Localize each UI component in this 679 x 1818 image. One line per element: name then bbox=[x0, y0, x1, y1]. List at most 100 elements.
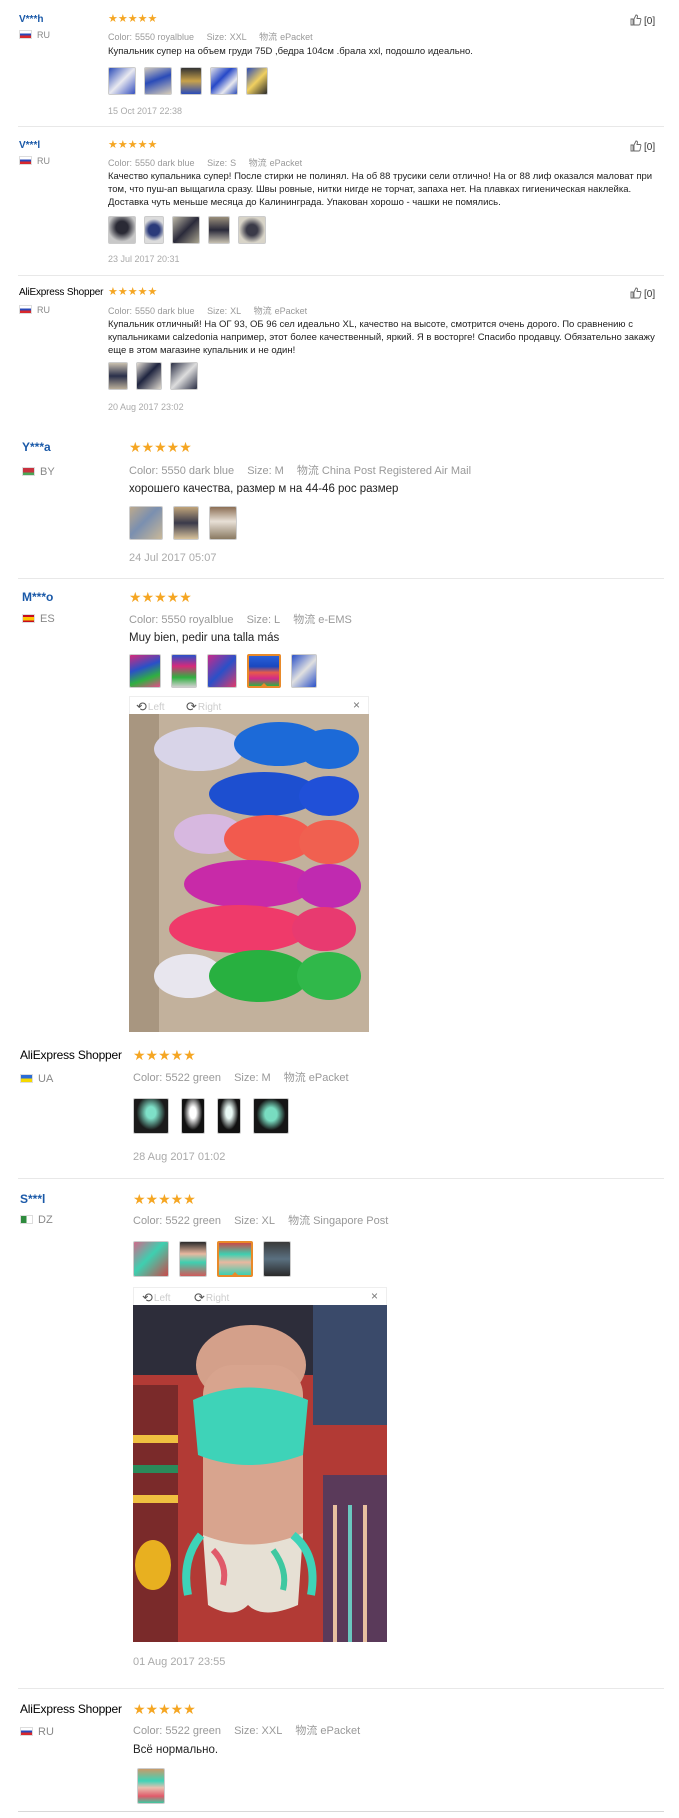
review-photo-thumb[interactable] bbox=[246, 67, 268, 95]
star-rating: ★★★★★ bbox=[108, 286, 158, 298]
review-photo-thumb[interactable] bbox=[172, 216, 200, 244]
reviewer-name[interactable]: Y***a bbox=[22, 440, 51, 454]
flag-icon bbox=[19, 30, 32, 39]
review-photo-thumb[interactable] bbox=[171, 654, 197, 688]
divider bbox=[18, 1688, 664, 1689]
review-photo-thumb[interactable] bbox=[133, 1098, 169, 1134]
review-photo-thumb[interactable] bbox=[108, 67, 136, 95]
review-photo-large bbox=[133, 1305, 387, 1642]
viewer-toolbar: ⟲Left ⟳Right × bbox=[129, 696, 369, 714]
order-info: Color: 5550 royalblue Size: XXL 物流 ePacket bbox=[108, 32, 313, 42]
review-photo-thumb[interactable] bbox=[291, 654, 317, 688]
review-photo-thumb[interactable] bbox=[170, 362, 198, 390]
color-value: 5522 green bbox=[165, 1072, 222, 1084]
size-value: M bbox=[274, 465, 284, 477]
reviewer-country: RU bbox=[19, 305, 50, 315]
color-value: 5550 dark blue bbox=[161, 465, 235, 477]
star-rating: ★★★★★ bbox=[133, 1047, 196, 1063]
like-button[interactable]: [0] bbox=[630, 287, 655, 300]
order-info: Color: 5522 green Size: XL 物流 Singapore Pos… bbox=[133, 1215, 389, 1227]
flag-icon bbox=[20, 1074, 33, 1083]
review-photo-thumb[interactable] bbox=[129, 654, 161, 688]
shipping-value: Singapore Post bbox=[313, 1215, 389, 1227]
color-value: 5550 royalblue bbox=[135, 32, 195, 42]
review-text: Muy bien, pedir una talla más bbox=[129, 632, 280, 644]
flag-icon bbox=[19, 156, 32, 165]
review-photos bbox=[108, 362, 198, 390]
review-photo-thumb[interactable] bbox=[133, 1241, 169, 1277]
divider bbox=[18, 1811, 664, 1812]
shipping-value: ePacket bbox=[320, 1725, 361, 1737]
reviewer-country: DZ bbox=[20, 1214, 53, 1226]
thumbs-up-icon bbox=[630, 140, 642, 152]
rotate-left-icon: ⟲ bbox=[136, 699, 147, 714]
reviewer-name[interactable]: AliExpress Shopper bbox=[20, 1702, 122, 1716]
review-photo-thumb[interactable] bbox=[144, 216, 164, 244]
reviewer-name[interactable]: M***o bbox=[22, 590, 53, 604]
reviewer-name[interactable]: AliExpress Shopper bbox=[20, 1048, 122, 1062]
review-photo-thumb-selected[interactable] bbox=[217, 1241, 253, 1277]
review-photo-thumb[interactable] bbox=[129, 506, 163, 540]
flag-icon bbox=[22, 614, 35, 623]
flag-icon bbox=[20, 1215, 33, 1224]
close-viewer-button[interactable]: × bbox=[353, 698, 360, 712]
review-photos bbox=[108, 216, 266, 244]
review-photo-thumb[interactable] bbox=[181, 1098, 205, 1134]
rotate-right-button[interactable]: ⟳Right bbox=[186, 699, 221, 715]
star-rating: ★★★★★ bbox=[133, 1701, 196, 1717]
review-photo-thumb[interactable] bbox=[136, 362, 162, 390]
reviewer-country: RU bbox=[19, 156, 50, 166]
reviewer-country: RU bbox=[19, 30, 50, 40]
review-photo-thumb[interactable] bbox=[253, 1098, 289, 1134]
reviewer-name[interactable]: V***h bbox=[19, 14, 43, 25]
like-button[interactable]: [0] bbox=[630, 14, 655, 27]
review-date: 24 Jul 2017 05:07 bbox=[129, 552, 217, 564]
divider bbox=[18, 578, 664, 579]
rotate-left-icon: ⟲ bbox=[142, 1290, 153, 1305]
size-value: M bbox=[261, 1072, 271, 1084]
reviewer-name[interactable]: V***l bbox=[19, 140, 40, 151]
order-info: Color: 5522 green Size: XXL 物流 ePacket bbox=[133, 1725, 361, 1737]
divider bbox=[18, 1178, 664, 1179]
review-photo-thumb[interactable] bbox=[179, 1241, 207, 1277]
star-rating: ★★★★★ bbox=[108, 13, 158, 25]
size-value: L bbox=[274, 614, 281, 626]
order-info: Color: 5522 green Size: M 物流 ePacket bbox=[133, 1072, 349, 1084]
reviewer-name[interactable]: AliExpress Shopper bbox=[19, 287, 103, 298]
review-photo-thumb[interactable] bbox=[137, 1768, 165, 1804]
review-photo-thumb[interactable] bbox=[209, 506, 237, 540]
color-value: 5522 green bbox=[165, 1215, 222, 1227]
review-text: хорошего качества, размер м на 44-46 рос… bbox=[129, 483, 399, 495]
like-button[interactable]: [0] bbox=[630, 140, 655, 153]
review-photo-thumb[interactable] bbox=[144, 67, 172, 95]
review-photo-thumb-selected[interactable] bbox=[247, 654, 281, 688]
review-photo-thumb[interactable] bbox=[263, 1241, 291, 1277]
size-value: S bbox=[230, 158, 237, 168]
rotate-left-button[interactable]: ⟲Left bbox=[136, 699, 165, 715]
review-photos bbox=[133, 1098, 289, 1134]
mannequin-photo bbox=[133, 1305, 387, 1642]
review-photo-thumb[interactable] bbox=[108, 362, 128, 390]
review-date: 15 Oct 2017 22:38 bbox=[108, 106, 183, 116]
review-text: Всё нормально. bbox=[133, 1744, 219, 1756]
rotate-right-button[interactable]: ⟳Right bbox=[194, 1290, 229, 1306]
review-photo-thumb[interactable] bbox=[173, 506, 199, 540]
rotate-left-button[interactable]: ⟲Left bbox=[142, 1290, 171, 1306]
star-rating: ★★★★★ bbox=[133, 1191, 196, 1207]
reviewer-name[interactable]: S***l bbox=[20, 1192, 45, 1206]
review-photo-thumb[interactable] bbox=[210, 67, 238, 95]
review-photo-thumb[interactable] bbox=[217, 1098, 241, 1134]
color-value: 5550 royalblue bbox=[161, 614, 234, 626]
review-photo-thumb[interactable] bbox=[238, 216, 266, 244]
review-photo-thumb[interactable] bbox=[180, 67, 202, 95]
color-value: 5522 green bbox=[165, 1725, 222, 1737]
shipping-value: ePacket bbox=[280, 32, 313, 42]
close-viewer-button[interactable]: × bbox=[371, 1289, 378, 1303]
review-photos bbox=[133, 1241, 291, 1277]
order-info: Color: 5550 dark blue Size: S 物流 ePacket bbox=[108, 158, 303, 168]
divider bbox=[18, 126, 664, 127]
review-photo-thumb[interactable] bbox=[207, 654, 237, 688]
review-photo-thumb[interactable] bbox=[108, 216, 136, 244]
shipping-value: ePacket bbox=[274, 306, 308, 316]
review-photo-thumb[interactable] bbox=[208, 216, 230, 244]
